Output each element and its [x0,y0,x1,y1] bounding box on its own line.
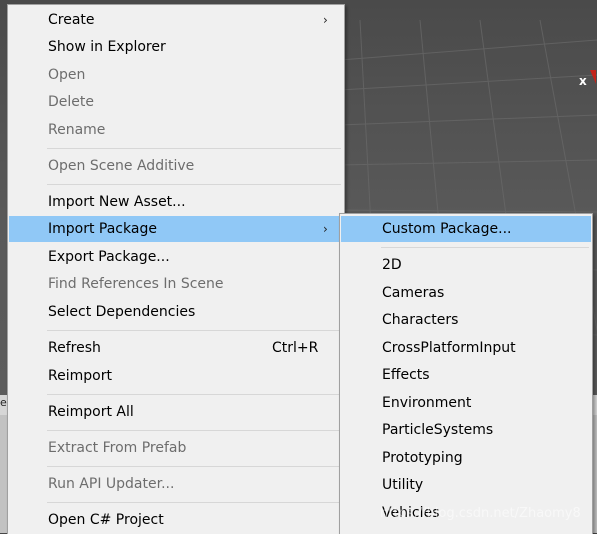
submenu-item-characters[interactable]: Characters [341,307,591,333]
menu-item-open-scene-additive: Open Scene Additive [9,153,343,179]
submenu-item-label: Effects [382,367,430,383]
context-menu: Create › Show in Explorer Open Delete Re… [7,4,345,534]
menu-item-export-package[interactable]: Export Package... [9,244,343,270]
submenu-item-particlesystems[interactable]: ParticleSystems [341,417,591,443]
menu-item-refresh[interactable]: Refresh Ctrl+R [9,335,343,361]
submenu-item-label: ParticleSystems [382,422,494,438]
menu-item-label: Import Package [48,221,157,237]
submenu-item-custom-package[interactable]: Custom Package... [341,216,591,242]
submenu-arrow-icon: › [323,222,328,236]
menu-separator [47,430,341,431]
menu-item-label: Create [48,12,95,28]
submenu-item-environment[interactable]: Environment [341,390,591,416]
menu-item-label: Reimport [48,368,112,384]
submenu-item-label: CrossPlatformInput [382,340,516,356]
menu-item-label: Show in Explorer [48,39,166,55]
menu-item-reimport[interactable]: Reimport [9,363,343,389]
menu-item-label: Select Dependencies [48,304,196,320]
menu-separator [47,394,341,395]
panel-edge-text: e [0,396,7,409]
menu-item-extract-from-prefab: Extract From Prefab [9,435,343,461]
menu-item-label: Reimport All [48,404,134,420]
menu-item-import-new-asset[interactable]: Import New Asset... [9,189,343,215]
menu-item-rename: Rename [9,117,343,143]
menu-separator [47,184,341,185]
gizmo-x-axis-label: x [579,74,587,88]
menu-item-label: Import New Asset... [48,194,186,210]
menu-item-open-csharp-project[interactable]: Open C# Project [9,507,343,533]
menu-item-label: Find References In Scene [48,276,224,292]
submenu-item-label: Prototyping [382,450,463,466]
menu-separator [47,466,341,467]
submenu-item-utility[interactable]: Utility [341,472,591,498]
menu-item-label: Run API Updater... [48,476,175,492]
menu-item-label: Rename [48,122,106,138]
menu-item-label: Export Package... [48,249,170,265]
submenu-item-label: Characters [382,312,459,328]
submenu-item-label: Cameras [382,285,445,301]
menu-item-label: Open [48,67,86,83]
watermark-text: https://blog.csdn.net/Zhaomy8 [380,506,581,521]
menu-item-label: Delete [48,94,94,110]
menu-item-label: Open Scene Additive [48,158,195,174]
menu-item-show-in-explorer[interactable]: Show in Explorer [9,34,343,60]
menu-item-delete: Delete [9,89,343,115]
menu-item-find-references: Find References In Scene [9,271,343,297]
submenu-separator [381,247,589,248]
submenu-item-label: 2D [382,257,402,273]
menu-item-label: Refresh [48,340,101,356]
gizmo-cone-icon[interactable] [590,70,596,84]
submenu-item-label: Utility [382,477,424,493]
menu-item-label: Extract From Prefab [48,440,187,456]
import-package-submenu: Custom Package... 2D Cameras Characters … [339,213,593,534]
submenu-item-cameras[interactable]: Cameras [341,280,591,306]
submenu-item-crossplatforminput[interactable]: CrossPlatformInput [341,335,591,361]
menu-item-run-api-updater: Run API Updater... [9,471,343,497]
menu-item-create[interactable]: Create › [9,7,343,33]
submenu-item-effects[interactable]: Effects [341,362,591,388]
submenu-item-label: Custom Package... [382,221,512,237]
menu-item-label: Open C# Project [48,512,164,528]
menu-item-reimport-all[interactable]: Reimport All [9,399,343,425]
menu-separator [47,148,341,149]
submenu-item-prototyping[interactable]: Prototyping [341,445,591,471]
submenu-item-2d[interactable]: 2D [341,252,591,278]
menu-separator [47,330,341,331]
submenu-arrow-icon: › [323,13,328,27]
submenu-item-label: Environment [382,395,472,411]
menu-item-shortcut: Ctrl+R [272,340,319,356]
menu-item-import-package[interactable]: Import Package › [9,216,343,242]
menu-separator [47,502,341,503]
menu-item-select-dependencies[interactable]: Select Dependencies [9,299,343,325]
menu-item-open: Open [9,62,343,88]
